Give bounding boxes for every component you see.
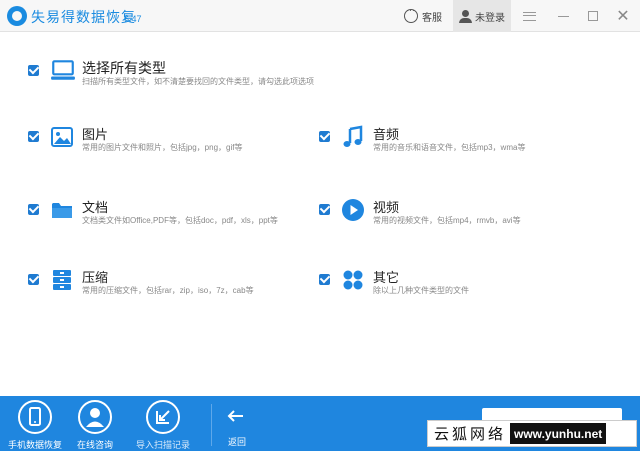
checkbox-video[interactable] — [319, 204, 330, 215]
option-desc: 常用的压缩文件，包括rar，zip，iso，7z，cab等 — [82, 286, 254, 295]
customer-service-label: 客服 — [422, 12, 442, 24]
music-note-icon — [343, 125, 363, 147]
option-title: 选择所有类型 — [82, 60, 166, 76]
option-all-types[interactable]: 选择所有类型 扫描所有类型文件，如不清楚要找回的文件类型，请勾选此项选项 — [28, 59, 348, 99]
option-title: 其它 — [373, 270, 400, 285]
option-images[interactable]: 图片 常用的图片文件和照片，包括jpg，png，gif等 — [28, 125, 318, 165]
option-desc: 常用的视频文件，包括mp4，rmvb，avi等 — [373, 216, 521, 225]
watermark-text: 云狐网络 — [434, 425, 507, 443]
option-desc: 常用的音乐和语音文件，包括mp3，wma等 — [373, 143, 526, 152]
option-title: 视频 — [373, 200, 400, 215]
import-icon — [146, 400, 180, 434]
option-desc: 常用的图片文件和照片，包括jpg，png，gif等 — [82, 143, 243, 152]
archive-icon — [53, 270, 71, 290]
menu-button[interactable] — [514, 0, 544, 32]
option-other[interactable]: 其它 除以上几种文件类型的文件 — [319, 268, 609, 308]
option-title: 图片 — [82, 127, 109, 142]
option-documents[interactable]: 文档 文档类文件如Office,PDF等，包括doc，pdf，xls，ppt等 — [28, 198, 318, 238]
checkbox-all-types[interactable] — [28, 65, 39, 76]
option-video[interactable]: 视频 常用的视频文件，包括mp4，rmvb，avi等 — [319, 198, 609, 238]
close-icon: ✕ — [616, 8, 630, 25]
play-icon — [342, 199, 364, 221]
folder-icon — [52, 203, 72, 218]
online-consult-button[interactable]: 在线咨询 — [65, 400, 125, 450]
watermark-url: www.yunhu.net — [510, 423, 607, 444]
agent-icon — [78, 400, 112, 434]
hamburger-icon — [522, 11, 536, 21]
login-button[interactable]: 未登录 — [453, 0, 511, 32]
maximize-icon — [588, 11, 598, 21]
watermark: 云狐网络 www.yunhu.net — [427, 420, 637, 447]
minimize-icon — [557, 15, 569, 17]
option-audio[interactable]: 音频 常用的音乐和语音文件，包括mp3，wma等 — [319, 125, 609, 165]
grid-icon — [343, 270, 363, 290]
maximize-button[interactable] — [578, 0, 608, 32]
option-title: 压缩 — [82, 270, 109, 285]
login-label: 未登录 — [475, 12, 505, 24]
chat-bubble-icon — [404, 5, 418, 23]
footer-separator — [211, 404, 212, 446]
phone-icon — [18, 400, 52, 434]
option-title: 文档 — [82, 200, 109, 215]
minimize-button[interactable] — [548, 0, 578, 32]
image-icon — [51, 127, 73, 147]
user-icon — [459, 9, 472, 23]
phone-recovery-button[interactable]: 手机数据恢复 — [5, 400, 65, 450]
close-button[interactable]: ✕ — [608, 0, 638, 32]
checkbox-audio[interactable] — [319, 131, 330, 142]
app-logo-icon — [7, 6, 27, 26]
option-desc: 文档类文件如Office,PDF等，包括doc，pdf，xls，ppt等 — [82, 216, 278, 225]
app-title: 失易得数据恢复 — [31, 9, 136, 25]
option-title: 音频 — [373, 127, 400, 142]
option-archive[interactable]: 压缩 常用的压缩文件，包括rar，zip，iso，7z，cab等 — [28, 268, 318, 308]
import-scan-button[interactable]: 导入扫描记录 — [133, 400, 193, 450]
import-scan-label: 导入扫描记录 — [135, 440, 190, 450]
app-version: 6.47 — [124, 14, 142, 24]
title-bar: 失易得数据恢复 6.47 客服 未登录 ✕ — [0, 0, 640, 32]
customer-service-button[interactable]: 客服 — [404, 5, 442, 26]
checkbox-documents[interactable] — [28, 204, 39, 215]
option-desc: 扫描所有类型文件，如不清楚要找回的文件类型，请勾选此项选项 — [82, 77, 314, 86]
checkbox-images[interactable] — [28, 131, 39, 142]
back-button-label[interactable]: 返回 — [217, 435, 257, 448]
online-consult-label: 在线咨询 — [76, 440, 113, 450]
computer-icon — [51, 60, 75, 80]
checkbox-other[interactable] — [319, 274, 330, 285]
checkbox-archive[interactable] — [28, 274, 39, 285]
back-arrow-icon[interactable] — [226, 406, 246, 426]
option-desc: 除以上几种文件类型的文件 — [373, 286, 469, 295]
